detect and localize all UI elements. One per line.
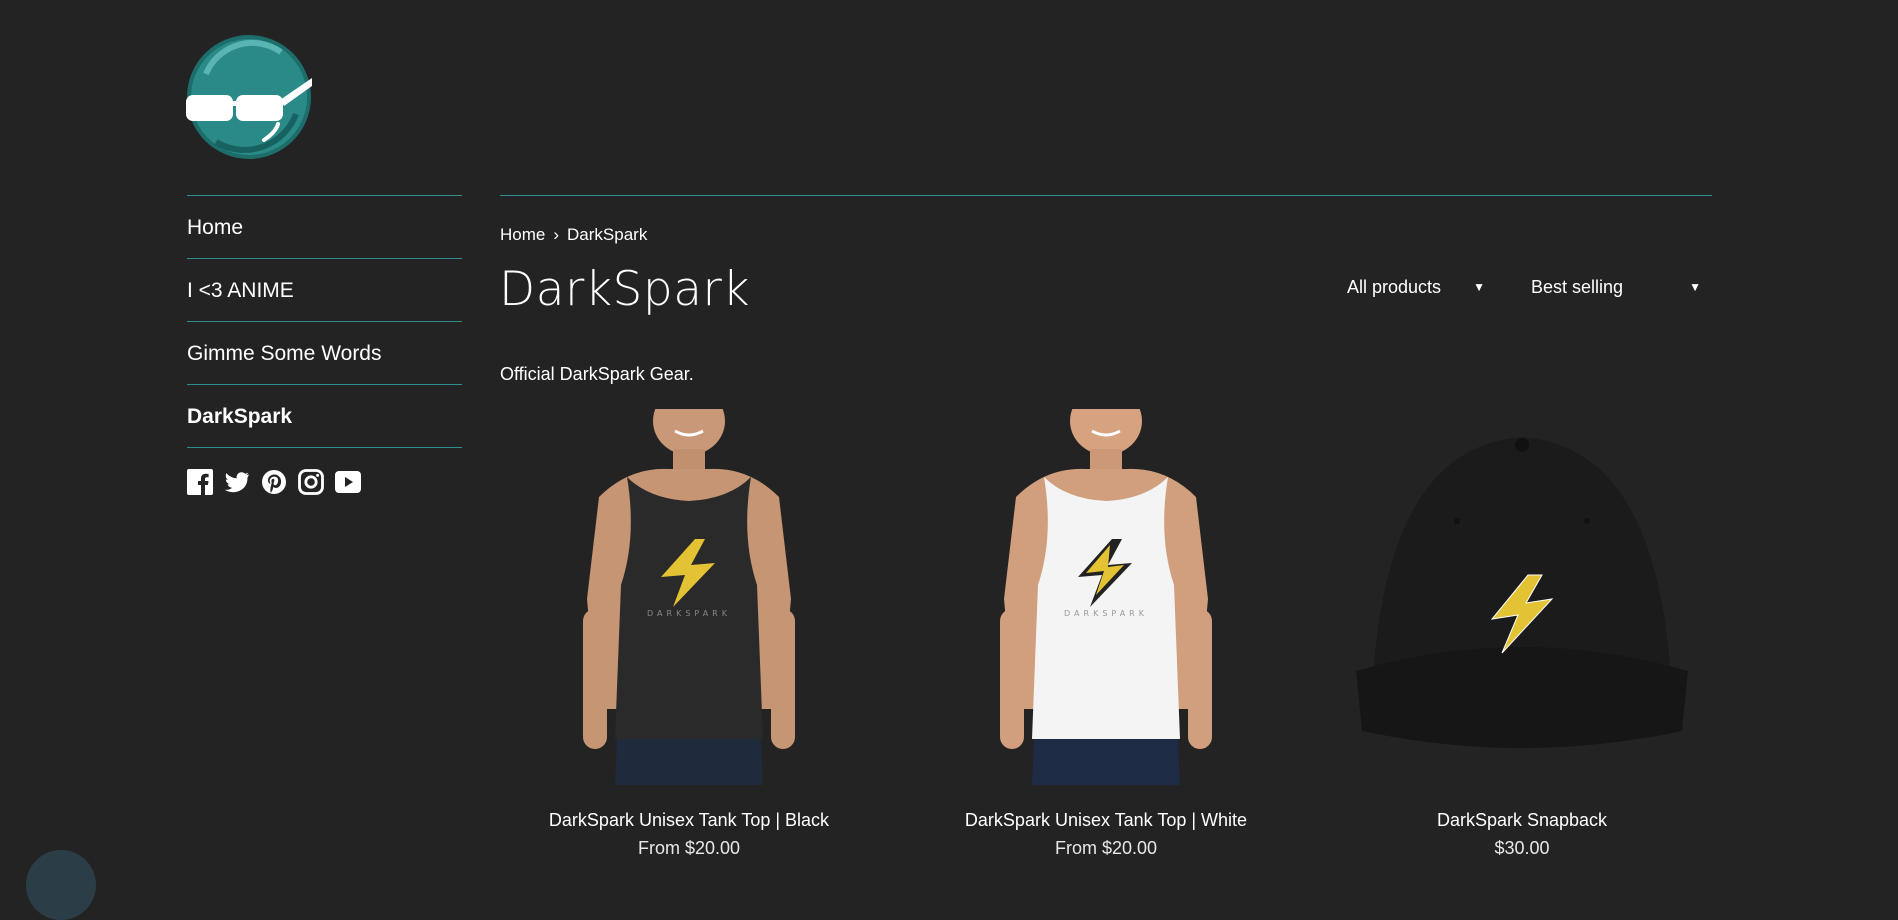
product-price: From $20.00 (637, 838, 741, 858)
svg-text:DARKSPARK: DARKSPARK (1064, 609, 1148, 618)
pinterest-icon[interactable] (261, 469, 287, 495)
sidebar-item-gimme-some-words[interactable]: Gimme Some Words (187, 322, 462, 384)
page-title: DarkSpark (499, 262, 751, 317)
product-price: $30.00 (1494, 838, 1550, 858)
chevron-down-icon: ▼ (1689, 280, 1701, 294)
breadcrumb-separator: › (553, 225, 560, 244)
facebook-icon[interactable] (187, 469, 213, 495)
chat-widget-button[interactable] (26, 850, 96, 920)
sidebar-nav: Home I <3 ANIME Gimme Some Words DarkSpa… (187, 195, 462, 495)
sunglasses-face-logo-icon (186, 35, 312, 159)
chevron-down-icon: ▼ (1473, 280, 1485, 294)
twitter-icon[interactable] (224, 469, 250, 495)
nav-divider (187, 447, 462, 448)
filter-select-value: All products (1347, 276, 1442, 297)
breadcrumb-home-link[interactable]: Home (500, 225, 545, 244)
product-card[interactable]: DARKSPARK DarkSpark Unisex Tank Top | Bl… (509, 409, 869, 859)
filter-select[interactable]: All products ▼ (1347, 272, 1485, 302)
sort-select[interactable]: Best selling ▼ (1531, 272, 1701, 302)
store-logo[interactable] (186, 34, 312, 160)
product-image[interactable]: DARKSPARK (926, 409, 1286, 785)
sidebar-item-home[interactable]: Home (187, 196, 462, 258)
breadcrumb-current: DarkSpark (567, 225, 648, 244)
product-card[interactable]: DARKSPARK DarkSpark Unisex Tank Top | Wh… (926, 409, 1286, 859)
product-title[interactable]: DarkSpark Snapback (1342, 810, 1702, 831)
product-title[interactable]: DarkSpark Unisex Tank Top | Black (509, 810, 869, 831)
sidebar-item-darkspark[interactable]: DarkSpark (187, 385, 462, 447)
youtube-icon[interactable] (335, 469, 361, 495)
header-divider (500, 195, 1712, 196)
product-title[interactable]: DarkSpark Unisex Tank Top | White (926, 810, 1286, 831)
breadcrumb: Home › DarkSpark (500, 225, 647, 245)
product-image[interactable] (1342, 409, 1702, 785)
sort-select-value: Best selling (1531, 276, 1624, 297)
instagram-icon[interactable] (298, 469, 324, 495)
collection-description: Official DarkSpark Gear. (500, 364, 694, 384)
product-card[interactable]: DarkSpark Snapback $30.00 (1342, 409, 1702, 859)
product-price: From $20.00 (1054, 838, 1158, 858)
social-links (187, 469, 462, 495)
svg-text:DARKSPARK: DARKSPARK (647, 609, 731, 618)
product-image[interactable]: DARKSPARK (509, 409, 869, 785)
sidebar-item-i-love-anime[interactable]: I <3 ANIME (187, 259, 462, 321)
